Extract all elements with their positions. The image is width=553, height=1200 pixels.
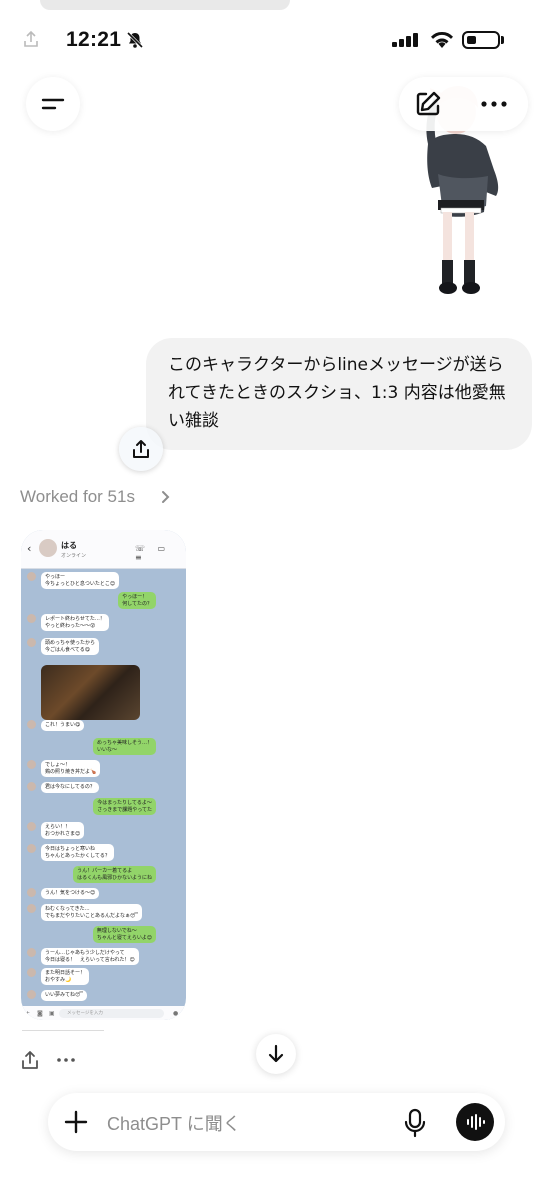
share-icon: [24, 30, 38, 47]
share-icon[interactable]: [20, 1050, 40, 1070]
status-time: 12:21: [66, 28, 122, 51]
new-chat-button[interactable]: [404, 80, 452, 128]
sender-avatar: [27, 968, 36, 977]
sender-avatar: [27, 990, 36, 999]
wifi-icon: [431, 31, 453, 48]
sender-avatar: [27, 614, 36, 623]
outgoing-message: めっちゃ美味しそう…！ いいな〜: [92, 738, 156, 755]
contact-name: はる: [61, 541, 77, 550]
incoming-message: うーん…じゃあもう少しだけやって 今日は寝る！ えらいって言われた！😊: [41, 948, 139, 965]
voice-icon: [467, 1114, 485, 1130]
outgoing-message: うん！パーカー着てるよ はるくんも風邪ひかないようにね: [73, 866, 156, 883]
share-icon: [133, 440, 149, 458]
incoming-message: やっほー 今ちょっとひと息ついたとこ😊: [41, 572, 120, 589]
outgoing-message: 今はまったりしてるよ〜 さっきまで課題やってた: [93, 798, 156, 815]
sender-avatar: [27, 572, 36, 581]
sender-avatar: [27, 904, 36, 913]
incoming-message: レポート終わらせてた…！ やっと終わった〜〜😮: [41, 614, 109, 631]
incoming-message: また明日話そー！ おやすみ🌙: [41, 968, 90, 985]
outgoing-message: 無理しないでね〜 ちゃんと寝てえらいよ😊: [92, 926, 156, 943]
more-options-button[interactable]: [470, 80, 518, 128]
voice-mode-button[interactable]: [456, 1103, 494, 1141]
back-icon: ‹: [27, 542, 32, 555]
incoming-message: これ！うまい😋: [41, 720, 85, 731]
incoming-message: ねむくなってきた… でもまだやりたいことあるんだよなぁ😴: [41, 904, 143, 921]
avatar: [39, 539, 57, 557]
food-photo: [41, 665, 140, 720]
incoming-message: いい夢みてね😴: [41, 990, 88, 1001]
scroll-down-button[interactable]: [256, 1034, 296, 1074]
bell-off-icon: [126, 31, 144, 49]
signal-icon: [392, 33, 418, 47]
sender-avatar: [27, 948, 36, 957]
arrow-down-icon: [268, 1044, 284, 1063]
incoming-message: 君は今なにしてるの？: [41, 782, 99, 793]
line-header-icons: ☏ ▭ ≡: [135, 544, 171, 562]
sender-avatar: [27, 888, 36, 897]
previous-content-edge: [40, 0, 290, 10]
mic-icon[interactable]: [402, 1107, 428, 1139]
contact-status: オンライン: [61, 553, 87, 559]
battery-tip: [501, 36, 504, 44]
mic-small-icon: ●: [173, 1010, 179, 1017]
camera-icon: ◙: [37, 1010, 43, 1017]
generated-image[interactable]: ‹ はる オンライン ☏ ▭ ≡ やっほー 今ちょっとひと息ついたとこ😊 やっほー…: [21, 530, 186, 1020]
image-bottom-edge: [22, 1030, 104, 1031]
more-icon[interactable]: [56, 1052, 76, 1068]
add-icon: +: [25, 1010, 31, 1017]
line-message-input: メッセージを入力: [59, 1009, 164, 1018]
sender-avatar: [27, 844, 36, 853]
edit-icon: [416, 91, 441, 116]
incoming-message: えらい！！ おつかれさま😊: [41, 822, 85, 839]
user-message: このキャラクターからlineメッセージが送られてきたときのスクショ、1:3 内容…: [146, 338, 532, 450]
sender-avatar: [27, 638, 36, 647]
outgoing-message: やっほー！ 何してたの？: [118, 592, 156, 609]
incoming-message: 頭めっちゃ使ったから 今ごはん食べてる😋: [41, 638, 100, 655]
plus-icon[interactable]: [62, 1108, 90, 1136]
worked-status[interactable]: Worked for 51s: [20, 487, 135, 507]
incoming-message: 今日はちょっと寒いね ちゃんとあったかくしてる？: [41, 844, 114, 861]
incoming-message: でしょ〜！ 鶏の照り焼き丼だよ🍗: [41, 760, 101, 777]
menu-button[interactable]: [26, 77, 80, 131]
more-icon: [481, 101, 507, 107]
battery-icon: [462, 31, 500, 49]
sender-avatar: [27, 760, 36, 769]
sender-avatar: [27, 720, 36, 729]
image-icon: ▣: [49, 1010, 55, 1017]
chevron-right-icon[interactable]: [160, 490, 170, 504]
sender-avatar: [27, 782, 36, 791]
sender-avatar: [27, 822, 36, 831]
incoming-message: うん！気をつける〜😊: [41, 888, 100, 899]
image-share-button[interactable]: [119, 427, 163, 471]
composer-input[interactable]: ChatGPT に聞く: [107, 1110, 241, 1136]
menu-icon: [41, 98, 65, 110]
